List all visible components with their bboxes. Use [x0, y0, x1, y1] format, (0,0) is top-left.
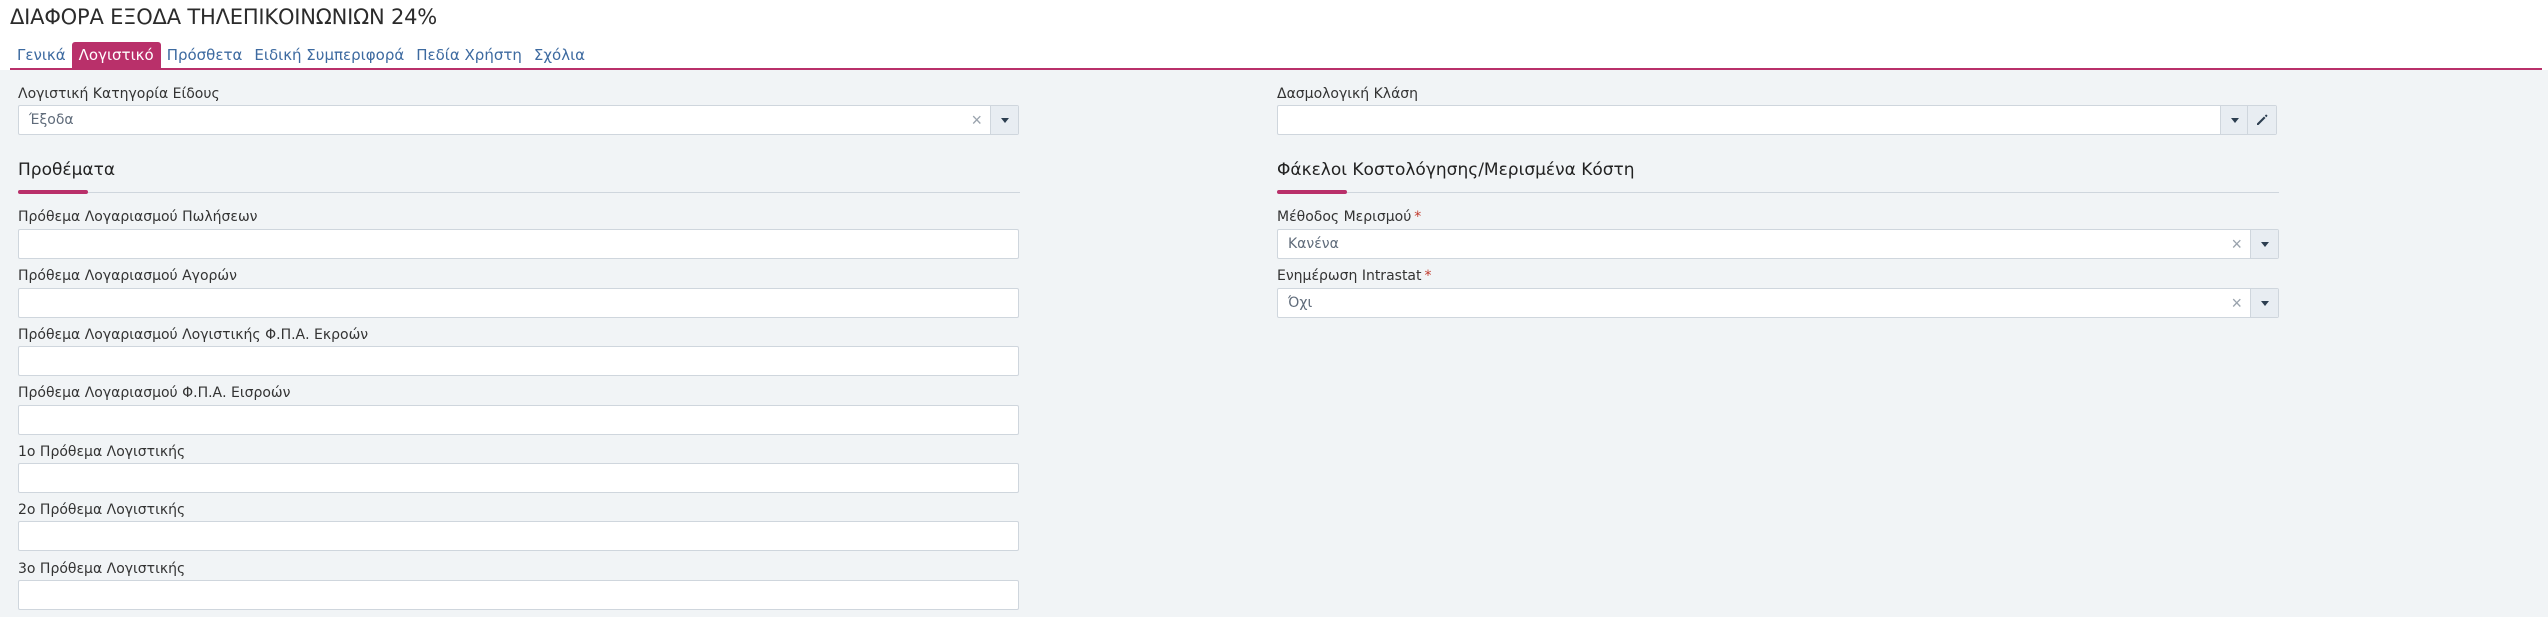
- tab-additional[interactable]: Πρόσθετα: [161, 42, 249, 68]
- accounting-category-select[interactable]: Έξοδα ×: [18, 105, 1019, 135]
- accounting-category-value: Έξοδα: [29, 112, 74, 128]
- tab-general[interactable]: Γενικά: [10, 42, 72, 68]
- tab-accounting[interactable]: Λογιστικό: [71, 42, 161, 68]
- second-accounting-prefix-input[interactable]: [18, 521, 1019, 551]
- third-accounting-prefix-input[interactable]: [18, 580, 1019, 610]
- costing-section-title: Φάκελοι Κοστολόγησης/Μερισμένα Κόστη: [1277, 160, 1635, 180]
- tab-user-fields[interactable]: Πεδία Χρήστη: [410, 42, 528, 68]
- tariff-class-label: Δασμολογική Κλάση: [1277, 86, 1419, 102]
- input-vat-prefix-input[interactable]: [18, 405, 1019, 435]
- intrastat-update-value: Όχι: [1288, 295, 1313, 311]
- third-accounting-prefix-label: 3ο Πρόθεμα Λογιστικής: [18, 561, 186, 577]
- costing-section-accent: [1277, 190, 1347, 194]
- chevron-down-icon[interactable]: [2220, 106, 2248, 134]
- chevron-down-icon[interactable]: [990, 106, 1018, 134]
- accounting-category-label: Λογιστική Κατηγορία Είδους: [18, 86, 220, 102]
- purchases-prefix-input[interactable]: [18, 288, 1019, 318]
- purchases-prefix-label: Πρόθεμα Λογαριασμού Αγορών: [18, 268, 237, 284]
- tab-underline: [10, 68, 2542, 70]
- page-title: ΔΙΑΦΟΡΑ ΕΞΟΔΑ ΤΗΛΕΠΙΚΟΙΝΩΝΙΩΝ 24%: [10, 5, 438, 29]
- prefixes-section-accent: [18, 190, 88, 194]
- input-vat-prefix-label: Πρόθεμα Λογαριασμού Φ.Π.Α. Εισροών: [18, 385, 291, 401]
- output-vat-prefix-label: Πρόθεμα Λογαριασμού Λογιστικής Φ.Π.Α. Εκ…: [18, 327, 369, 343]
- required-asterisk: *: [1414, 209, 1422, 225]
- tab-comments[interactable]: Σχόλια: [528, 42, 591, 68]
- first-accounting-prefix-input[interactable]: [18, 463, 1019, 493]
- intrastat-update-label: Ενημέρωση Intrastat *: [1277, 268, 1432, 284]
- allocation-method-select[interactable]: Κανένα ×: [1277, 229, 2279, 259]
- prefixes-section-title: Προθέματα: [18, 160, 116, 180]
- clear-icon[interactable]: ×: [2231, 230, 2242, 258]
- output-vat-prefix-input[interactable]: [18, 346, 1019, 376]
- chevron-down-icon[interactable]: [2250, 230, 2278, 258]
- tab-bar: Γενικά Λογιστικό Πρόσθετα Ειδική Συμπερι…: [10, 42, 591, 68]
- allocation-method-value: Κανένα: [1288, 236, 1339, 252]
- sales-prefix-input[interactable]: [18, 229, 1019, 259]
- clear-icon[interactable]: ×: [971, 106, 982, 134]
- sales-prefix-label: Πρόθεμα Λογαριασμού Πωλήσεων: [18, 209, 258, 225]
- allocation-method-label: Μέθοδος Μερισμού *: [1277, 209, 1422, 225]
- required-asterisk: *: [1424, 268, 1432, 284]
- clear-icon[interactable]: ×: [2231, 289, 2242, 317]
- costing-section-divider: [1277, 192, 2279, 193]
- intrastat-update-select[interactable]: Όχι ×: [1277, 288, 2279, 318]
- tab-special-behavior[interactable]: Ειδική Συμπεριφορά: [248, 42, 410, 68]
- prefixes-section-divider: [18, 192, 1020, 193]
- second-accounting-prefix-label: 2ο Πρόθεμα Λογιστικής: [18, 502, 186, 518]
- chevron-down-icon[interactable]: [2250, 289, 2278, 317]
- tariff-class-select[interactable]: [1277, 105, 2277, 135]
- pencil-icon[interactable]: [2247, 106, 2276, 134]
- first-accounting-prefix-label: 1ο Πρόθεμα Λογιστικής: [18, 444, 186, 460]
